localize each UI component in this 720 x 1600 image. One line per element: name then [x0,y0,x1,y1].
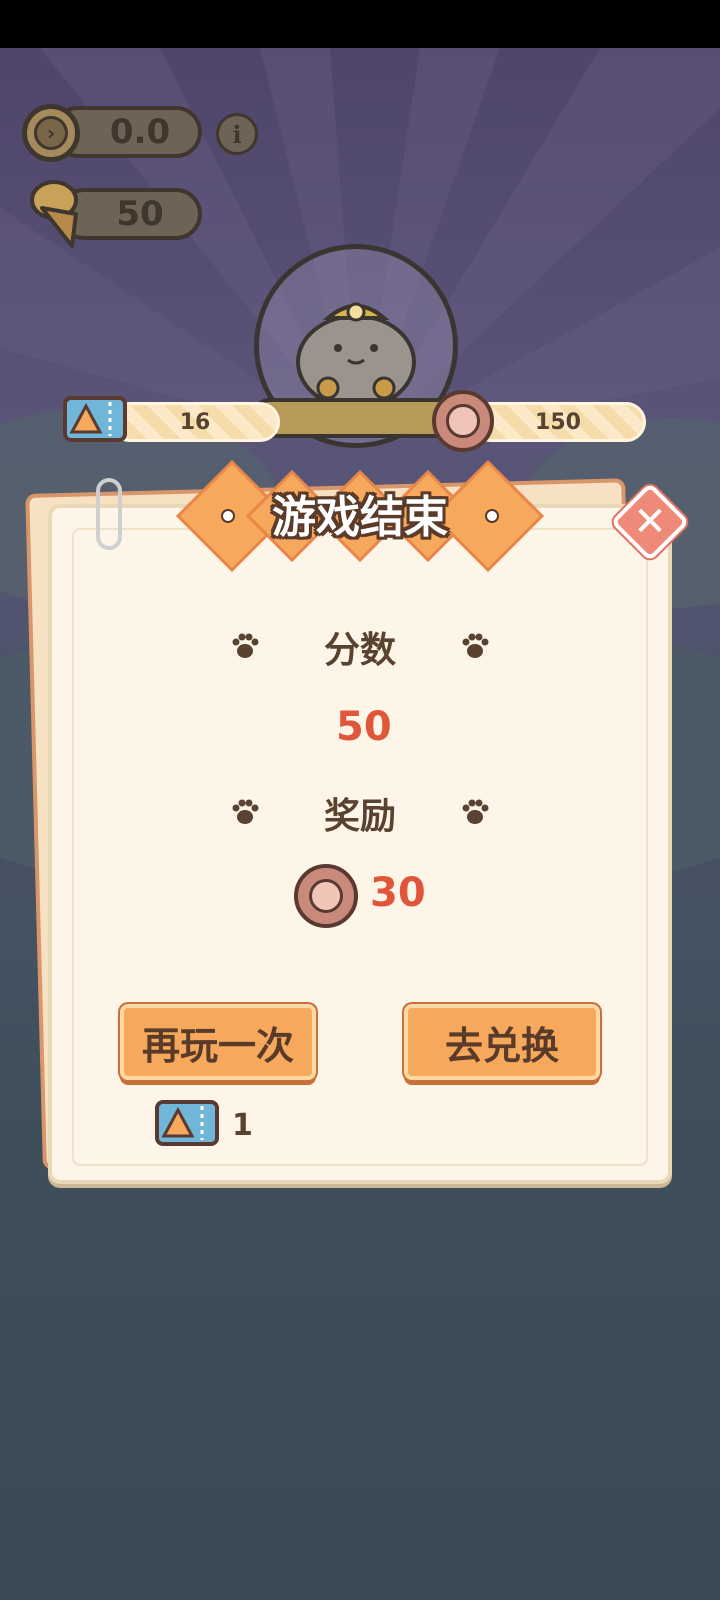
dialog-title: 游戏结束 [272,492,448,543]
close-icon[interactable]: ✕ [622,494,678,550]
info-icon[interactable]: i [216,113,258,155]
exchange-button[interactable]: 去兑换 [404,1004,600,1080]
replay-button[interactable]: 再玩一次 [120,1004,316,1080]
score-label: 分数 [323,630,396,671]
reward-label: 奖励 [323,796,396,837]
cat-miner-character [296,302,416,410]
cone-count: 50 [116,194,164,234]
reward-value: 30 [370,870,426,916]
reward-coin-icon [294,864,358,928]
coin-count-top: 150 [535,409,581,435]
paw-icon [462,799,489,824]
paw-icon [462,633,489,658]
replay-ticket-cost: 1 [232,1108,253,1143]
paw-icon [232,799,259,824]
ice-cream-cone-icon [30,180,78,248]
ufo-base [250,398,460,438]
paper-clip-icon [96,478,122,550]
coin-icon [432,390,494,452]
map-ticket-icon [155,1100,219,1146]
score-label-row: 分数 [230,622,490,672]
ticket-count-top: 16 [179,409,211,435]
map-ticket-icon [63,396,127,442]
ticket-bar: 16 [110,402,280,442]
coin-bar: 150 [470,402,646,442]
clock-icon: › [22,104,80,162]
paw-icon [232,633,259,658]
score-value: 50 [336,704,392,750]
timer-value: 0.0 [109,112,171,152]
reward-label-row: 奖励 [230,788,490,838]
status-bar [0,0,720,48]
